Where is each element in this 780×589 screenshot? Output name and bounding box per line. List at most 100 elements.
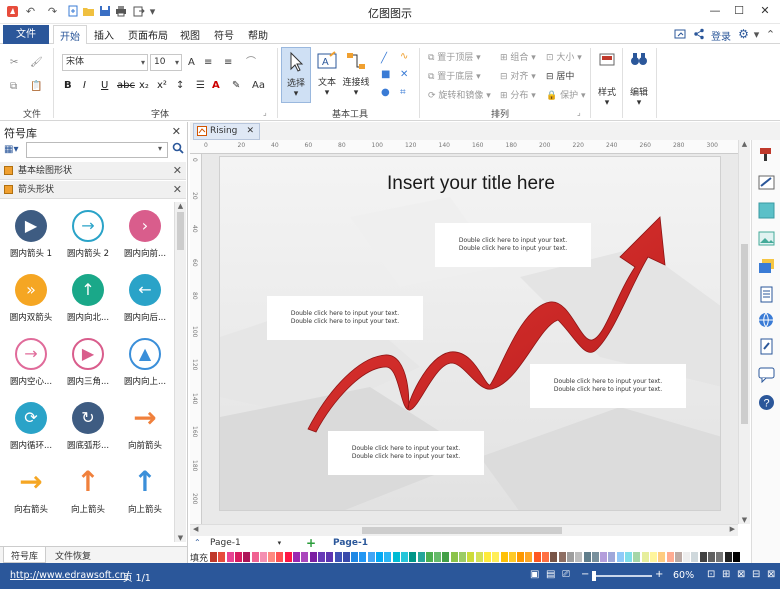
align-button[interactable]: ⊟ 对齐 ▾ <box>500 69 536 82</box>
superscript-button[interactable]: x² <box>157 79 167 93</box>
font-name-select[interactable]: 宋体 ▾ <box>62 54 148 71</box>
symbol-item[interactable]: ▲ 圆内向上... <box>116 338 174 404</box>
add-page-icon[interactable]: + <box>306 536 316 550</box>
send-to-back-button[interactable]: ⧉ 置于底层 ▾ <box>428 69 481 82</box>
page-dropdown[interactable]: Page-1 ▾ <box>210 538 281 548</box>
font-color-icon[interactable]: A <box>212 79 220 93</box>
connector-tool-button[interactable]: 连接线 ▾ <box>341 47 371 103</box>
line-tool-icon[interactable]: ╱ <box>381 52 387 66</box>
crop-tool-icon[interactable]: ⌗ <box>400 86 406 100</box>
restore-view-icon[interactable]: ⊟ <box>752 569 760 580</box>
close-window-icon[interactable]: ✕ <box>756 3 774 19</box>
symbol-item[interactable]: » 圆内双箭头 <box>2 274 60 340</box>
arrange-dialog-launcher-icon[interactable]: ⌟ <box>577 106 581 120</box>
section-arrow-shapes[interactable]: 箭头形状 ✕ <box>0 181 186 199</box>
color-swatch[interactable] <box>417 552 425 562</box>
symbol-item[interactable]: → 圆内空心... <box>2 338 60 404</box>
library-search-input[interactable] <box>26 142 168 158</box>
color-swatch[interactable] <box>243 552 251 562</box>
color-swatch[interactable] <box>633 552 641 562</box>
font-size-select[interactable]: 10 ▾ <box>150 54 182 71</box>
color-swatch[interactable] <box>309 552 317 562</box>
symbol-item[interactable]: → 向前箭头 <box>116 402 174 468</box>
color-swatch[interactable] <box>351 552 359 562</box>
settings-gear-icon[interactable]: ⚙ <box>737 28 750 41</box>
page-up-icon[interactable]: ⌃ <box>194 538 201 547</box>
color-swatch[interactable] <box>442 552 450 562</box>
color-swatch[interactable] <box>234 552 242 562</box>
color-swatch[interactable] <box>600 552 608 562</box>
scroll-left-icon[interactable]: ◀ <box>193 525 198 533</box>
color-swatch[interactable] <box>492 552 500 562</box>
close-tab-icon[interactable]: ✕ <box>246 124 254 139</box>
curve-tool-icon[interactable]: ∿ <box>400 50 408 64</box>
text-tool-button[interactable]: A 文本 ▾ <box>313 47 341 103</box>
share-icon[interactable] <box>692 28 705 41</box>
scroll-right-icon[interactable]: ▶ <box>730 525 735 533</box>
copy-icon[interactable]: ⧉ <box>10 80 17 94</box>
color-swatch[interactable] <box>293 552 300 562</box>
group-button[interactable]: ⊞ 组合 ▾ <box>500 50 536 63</box>
close-library-icon[interactable]: ✕ <box>172 125 181 138</box>
maximize-icon[interactable]: ☐ <box>730 3 748 19</box>
color-swatch[interactable] <box>276 552 284 562</box>
comment-icon[interactable] <box>758 366 775 384</box>
symbol-item[interactable]: ↑ 向上箭头 <box>116 466 174 532</box>
size-button[interactable]: ⊡ 大小 ▾ <box>546 50 582 63</box>
color-swatch[interactable] <box>483 552 491 562</box>
color-swatch[interactable] <box>666 552 674 562</box>
close-section-icon[interactable]: ✕ <box>173 181 182 199</box>
color-swatch[interactable] <box>533 552 541 562</box>
section-basic-shapes[interactable]: 基本绘图形状 ✕ <box>0 162 186 180</box>
minimize-icon[interactable]: — <box>706 3 724 19</box>
bring-to-front-button[interactable]: ⧉ 置于顶层 ▾ <box>428 50 481 63</box>
font-dialog-launcher-icon[interactable]: ⌟ <box>263 106 267 120</box>
help-icon[interactable]: ? <box>758 394 775 411</box>
color-swatch[interactable] <box>649 552 657 562</box>
text-effects-icon[interactable]: ⌒ <box>246 56 256 70</box>
color-swatch[interactable] <box>301 552 309 562</box>
subscript-button[interactable]: x₂ <box>139 79 149 93</box>
bold-button[interactable]: B <box>64 79 72 93</box>
tab-insert[interactable]: 插入 <box>94 27 114 42</box>
cut-icon[interactable]: ✂ <box>10 56 18 70</box>
color-swatch[interactable] <box>699 552 707 562</box>
color-swatch[interactable] <box>683 552 691 562</box>
color-swatch[interactable] <box>317 552 325 562</box>
color-swatch[interactable] <box>326 552 334 562</box>
style-button[interactable]: 样式 ▾ <box>594 50 620 108</box>
fullscreen-icon[interactable]: ⊠ <box>737 569 745 580</box>
color-swatch[interactable] <box>732 552 740 562</box>
color-swatch[interactable] <box>583 552 591 562</box>
color-swatch[interactable] <box>334 552 342 562</box>
scroll-down-icon[interactable]: ▼ <box>739 516 750 524</box>
rectangle-tool-icon[interactable]: ■ <box>381 68 390 82</box>
scroll-down-icon[interactable]: ▼ <box>175 534 186 542</box>
color-swatch[interactable] <box>359 552 367 562</box>
scroll-up-icon[interactable]: ▲ <box>175 202 186 210</box>
format-painter-side-icon[interactable] <box>758 146 775 163</box>
select-tool-button[interactable]: 选择 ▾ <box>281 47 311 103</box>
color-swatch[interactable] <box>434 552 442 562</box>
fit-page-icon[interactable]: ⊡ <box>707 569 715 580</box>
color-swatch[interactable] <box>384 552 392 562</box>
color-swatch[interactable] <box>475 552 483 562</box>
zoom-slider-thumb[interactable] <box>592 571 596 581</box>
color-swatch[interactable] <box>251 552 259 562</box>
color-swatch[interactable] <box>575 552 583 562</box>
color-swatch[interactable] <box>517 552 525 562</box>
settings-dropdown-icon[interactable]: ▾ <box>750 28 763 41</box>
tab-file-recovery[interactable]: 文件恢复 <box>55 549 91 562</box>
layers-icon[interactable] <box>758 258 775 275</box>
format-painter-icon[interactable]: 🖌 <box>30 56 43 70</box>
color-swatch[interactable] <box>218 552 226 562</box>
line-style-icon[interactable] <box>758 174 775 191</box>
ellipse-tool-icon[interactable]: ● <box>381 86 390 100</box>
color-swatch[interactable] <box>658 552 666 562</box>
strikethrough-button[interactable]: abc <box>117 79 135 93</box>
website-link[interactable]: http://www.edrawsoft.cn/ <box>10 570 129 581</box>
color-swatch[interactable] <box>641 552 649 562</box>
color-swatch[interactable] <box>467 552 475 562</box>
color-swatch[interactable] <box>566 552 574 562</box>
underline-button[interactable]: U <box>101 79 108 93</box>
